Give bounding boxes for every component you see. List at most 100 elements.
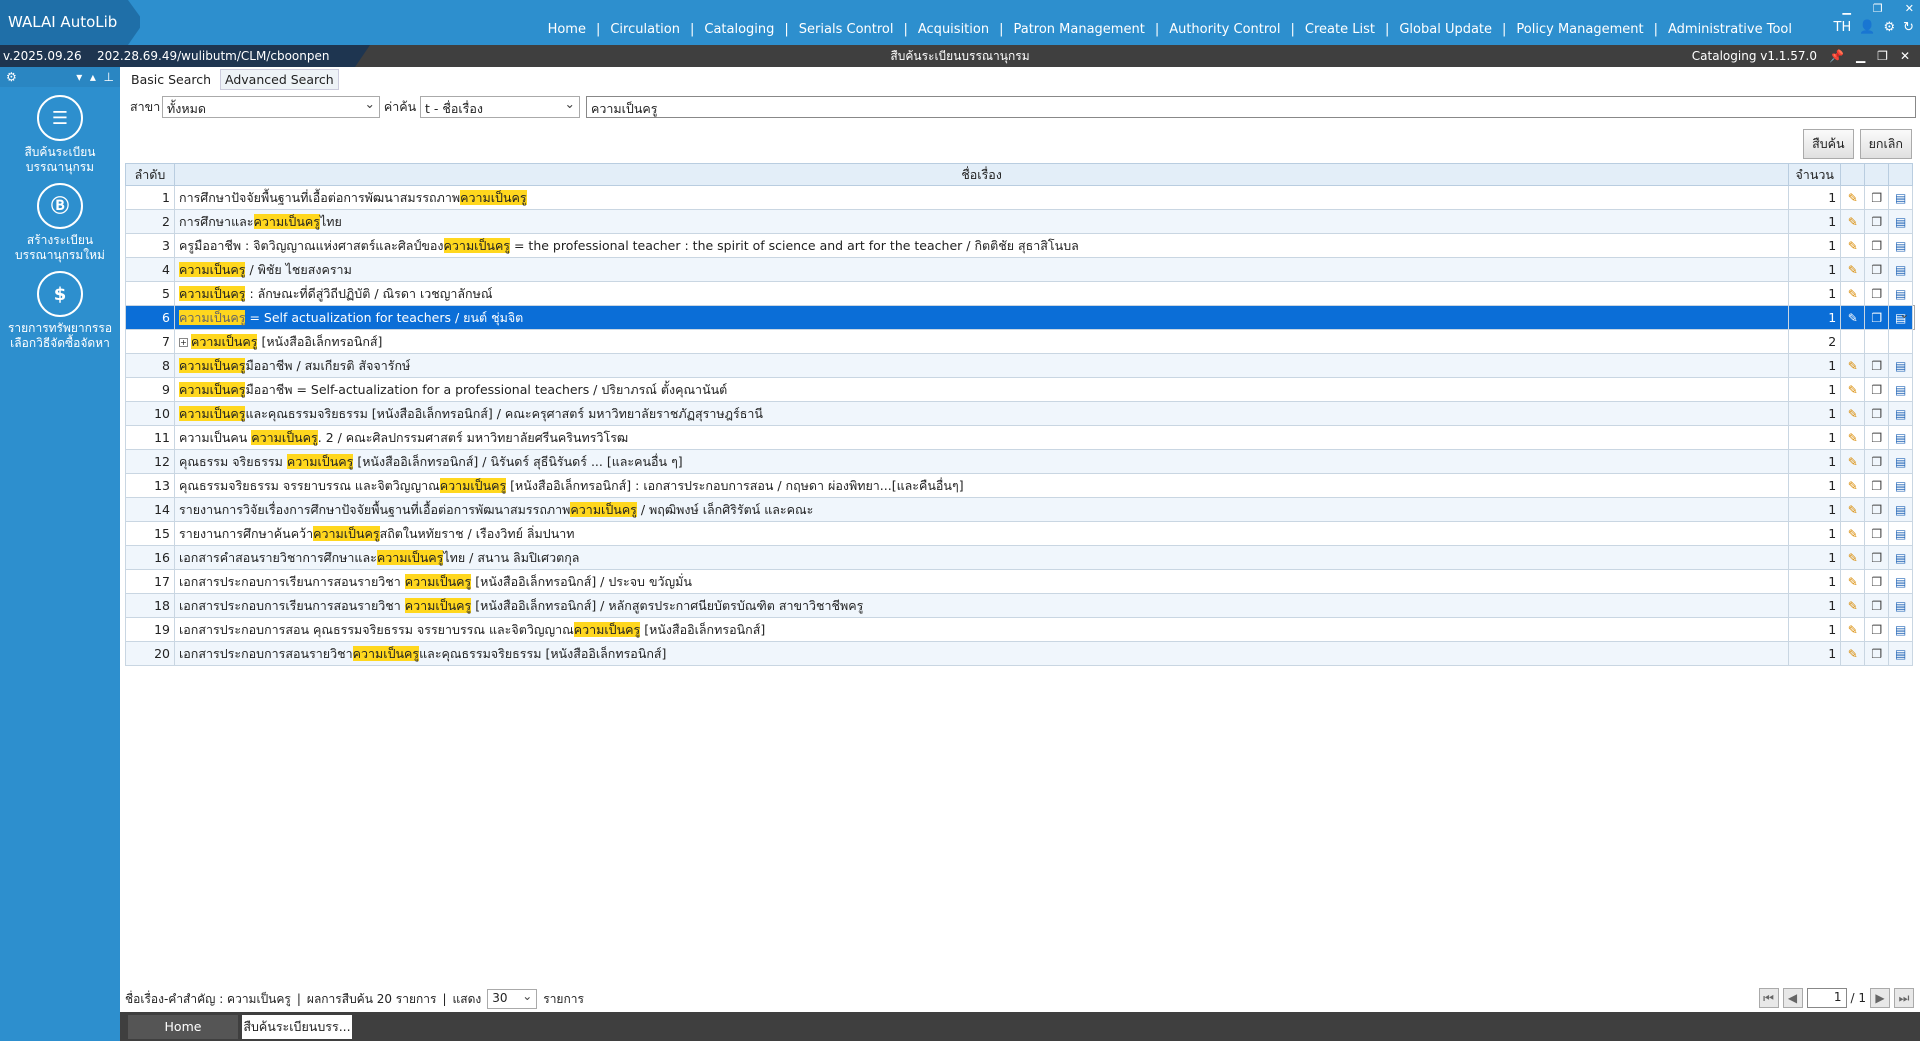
edit-icon[interactable]: ✎ <box>1840 641 1866 666</box>
bottom-tab-home[interactable]: Home <box>128 1015 238 1039</box>
user-icon[interactable]: 👤 <box>1859 20 1875 35</box>
copy-icon[interactable]: ❐ <box>1864 521 1890 546</box>
table-row[interactable]: 10 ความเป็นครูและคุณธรรมจริยธรรม [หนังสือ… <box>125 401 1915 426</box>
row-title[interactable]: เอกสารประกอบการสอน คุณธรรมจริยธรรม จรรยา… <box>173 617 1790 642</box>
page-size-select[interactable]: 30 <box>487 989 538 1009</box>
row-title[interactable]: ครูมืออาชีพ : จิตวิญญาณแห่งศาสตร์และศิลป… <box>173 233 1790 258</box>
search-key-select[interactable]: t - ชื่อเรื่อง <box>420 96 580 118</box>
table-row[interactable]: 16 เอกสารคำสอนรายวิชาการศึกษาและความเป็นค… <box>125 545 1915 570</box>
edit-icon[interactable]: ✎ <box>1840 449 1866 474</box>
table-row[interactable]: 20 เอกสารประกอบการสอนรายวิชาความเป็นครูแล… <box>125 641 1915 666</box>
table-row[interactable]: 18 เอกสารประกอบการเรียนการสอนรายวิชา ความ… <box>125 593 1915 618</box>
nav-administrative-tool[interactable]: Administrative Tool <box>1668 22 1792 37</box>
document-icon[interactable]: ▤ <box>1888 593 1914 618</box>
pin-icon[interactable]: ⊥ <box>104 70 114 84</box>
gear-icon[interactable]: ⚙ <box>6 70 17 84</box>
sidebar-item-3[interactable]: $ รายการทรัพยากรรอ เลือกวิธีจัดซื้อจัดหา <box>0 263 120 351</box>
table-row[interactable]: 19 เอกสารประกอบการสอน คุณธรรมจริยธรรม จรร… <box>125 617 1915 642</box>
document-icon[interactable]: ▤ <box>1888 617 1914 642</box>
chevron-up-icon[interactable]: ▴ <box>90 70 96 84</box>
copy-icon[interactable]: ❐ <box>1864 185 1890 210</box>
close-icon[interactable]: ✕ <box>1900 45 1910 67</box>
edit-icon[interactable]: ✎ <box>1840 569 1866 594</box>
row-title[interactable]: เอกสารประกอบการเรียนการสอนรายวิชา ความเป… <box>173 593 1790 618</box>
copy-icon[interactable]: ❐ <box>1864 569 1890 594</box>
edit-icon[interactable]: ✎ <box>1840 377 1866 402</box>
table-row[interactable]: 3 ครูมืออาชีพ : จิตวิญญาณแห่งศาสตร์และศิล… <box>125 233 1915 258</box>
copy-icon[interactable]: ❐ <box>1864 233 1890 258</box>
language-toggle[interactable]: TH <box>1834 20 1852 35</box>
last-page-icon[interactable]: ⏭ <box>1894 988 1914 1008</box>
table-row[interactable]: 9 ความเป็นครูมืออาชีพ = Self-actualizatio… <box>125 377 1915 402</box>
row-title[interactable]: + ความเป็นครู [หนังสืออิเล็กทรอนิกส์] <box>173 329 1790 354</box>
nav-patron-management[interactable]: Patron Management <box>1013 22 1144 37</box>
edit-icon[interactable]: ✎ <box>1840 305 1866 330</box>
document-icon[interactable]: ▤ <box>1888 257 1914 282</box>
nav-authority-control[interactable]: Authority Control <box>1169 22 1280 37</box>
document-icon[interactable]: ▤ <box>1888 497 1914 522</box>
row-title[interactable]: รายงานการวิจัยเรื่องการศึกษาปัจจัยพื้นฐา… <box>173 497 1790 522</box>
tab-advanced-search[interactable]: Advanced Search <box>220 69 339 90</box>
copy-icon[interactable]: ❐ <box>1864 305 1890 330</box>
row-title[interactable]: ความเป็นคน ความเป็นครู. 2 / คณะศิลปกรรมศ… <box>173 425 1790 450</box>
document-icon[interactable]: ▤ <box>1888 353 1914 378</box>
document-icon[interactable]: ▤ <box>1888 281 1914 306</box>
bottom-tab-search[interactable]: สืบค้นระเบียนบรร... <box>242 1015 352 1039</box>
sidebar-item-1[interactable]: ☰ สืบค้นระเบียน บรรณานุกรม <box>0 87 120 175</box>
row-title[interactable]: ความเป็นครู : ลักษณะที่ดีสู่วิถีปฏิบัติ … <box>173 281 1790 306</box>
nav-acquisition[interactable]: Acquisition <box>918 22 989 37</box>
row-title[interactable]: เอกสารคำสอนรายวิชาการศึกษาและความเป็นครู… <box>173 545 1790 570</box>
row-title[interactable]: ความเป็นครูมืออาชีพ = Self-actualization… <box>173 377 1790 402</box>
document-icon[interactable]: ▤ <box>1888 425 1914 450</box>
table-row[interactable]: 1 การศึกษาปัจจัยพื้นฐานที่เอื้อต่อการพัฒน… <box>125 185 1915 210</box>
edit-icon[interactable]: ✎ <box>1840 521 1866 546</box>
copy-icon[interactable]: ❐ <box>1864 353 1890 378</box>
expand-icon[interactable]: + <box>179 337 188 347</box>
prev-page-icon[interactable]: ◀ <box>1782 988 1803 1008</box>
row-title[interactable]: ความเป็นครู / พิชัย ไชยสงคราม <box>173 257 1790 282</box>
nav-cataloging[interactable]: Cataloging <box>704 22 774 37</box>
document-icon[interactable]: ▤ <box>1888 449 1914 474</box>
nav-circulation[interactable]: Circulation <box>610 22 680 37</box>
row-title[interactable]: คุณธรรม จริยธรรม ความเป็นครู [หนังสืออิเ… <box>173 449 1790 474</box>
edit-icon[interactable] <box>1840 329 1866 354</box>
refresh-icon[interactable]: ↻ <box>1903 20 1914 35</box>
copy-icon[interactable]: ❐ <box>1864 449 1890 474</box>
sidebar-item-2[interactable]: Ⓑ สร้างระเบียน บรรณานุกรมใหม่ <box>0 175 120 263</box>
col-no[interactable]: ลำดับ <box>125 163 175 186</box>
restore-icon[interactable]: ❐ <box>1873 2 1883 15</box>
cancel-button[interactable]: ยกเลิก <box>1859 129 1912 159</box>
table-row[interactable]: 7 + ความเป็นครู [หนังสืออิเล็กทรอนิกส์] 2 <box>125 329 1915 354</box>
col-count[interactable]: จำนวน <box>1788 163 1842 186</box>
table-row[interactable]: 2 การศึกษาและความเป็นครูไทย 1 ✎ ❐ ▤ <box>125 209 1915 234</box>
table-row[interactable]: 11 ความเป็นคน ความเป็นครู. 2 / คณะศิลปกรร… <box>125 425 1915 450</box>
edit-icon[interactable]: ✎ <box>1840 233 1866 258</box>
nav-serials-control[interactable]: Serials Control <box>799 22 894 37</box>
nav-home[interactable]: Home <box>548 22 586 37</box>
row-title[interactable]: การศึกษาปัจจัยพื้นฐานที่เอื้อต่อการพัฒนา… <box>173 185 1790 210</box>
document-icon[interactable]: ▤ <box>1888 569 1914 594</box>
edit-icon[interactable]: ✎ <box>1840 617 1866 642</box>
copy-icon[interactable]: ❐ <box>1864 545 1890 570</box>
table-row[interactable]: 4 ความเป็นครู / พิชัย ไชยสงคราม 1 ✎ ❐ ▤ <box>125 257 1915 282</box>
copy-icon[interactable]: ❐ <box>1864 593 1890 618</box>
table-row[interactable]: 17 เอกสารประกอบการเรียนการสอนรายวิชา ความ… <box>125 569 1915 594</box>
table-row[interactable]: 8 ความเป็นครูมืออาชีพ / สมเกียรติ สัจจารั… <box>125 353 1915 378</box>
search-button[interactable]: สืบค้น <box>1803 129 1854 159</box>
row-title[interactable]: รายงานการศึกษาค้นคว้าความเป็นครูสถิตในหท… <box>173 521 1790 546</box>
copy-icon[interactable]: ❐ <box>1864 257 1890 282</box>
row-title[interactable]: ความเป็นครู = Self actualization for tea… <box>173 305 1790 330</box>
row-title[interactable]: เอกสารประกอบการเรียนการสอนรายวิชา ความเป… <box>173 569 1790 594</box>
row-title[interactable]: เอกสารประกอบการสอนรายวิชาความเป็นครูและค… <box>173 641 1790 666</box>
edit-icon[interactable]: ✎ <box>1840 353 1866 378</box>
edit-icon[interactable]: ✎ <box>1840 425 1866 450</box>
nav-policy-management[interactable]: Policy Management <box>1516 22 1643 37</box>
copy-icon[interactable]: ❐ <box>1864 497 1890 522</box>
copy-icon[interactable]: ❐ <box>1864 377 1890 402</box>
edit-icon[interactable]: ✎ <box>1840 593 1866 618</box>
document-icon[interactable]: ▤ <box>1888 233 1914 258</box>
minimize-icon[interactable]: ▁ <box>1856 45 1865 67</box>
edit-icon[interactable]: ✎ <box>1840 185 1866 210</box>
copy-icon[interactable] <box>1864 329 1890 354</box>
row-title[interactable]: ความเป็นครูมืออาชีพ / สมเกียรติ สัจจารัก… <box>173 353 1790 378</box>
